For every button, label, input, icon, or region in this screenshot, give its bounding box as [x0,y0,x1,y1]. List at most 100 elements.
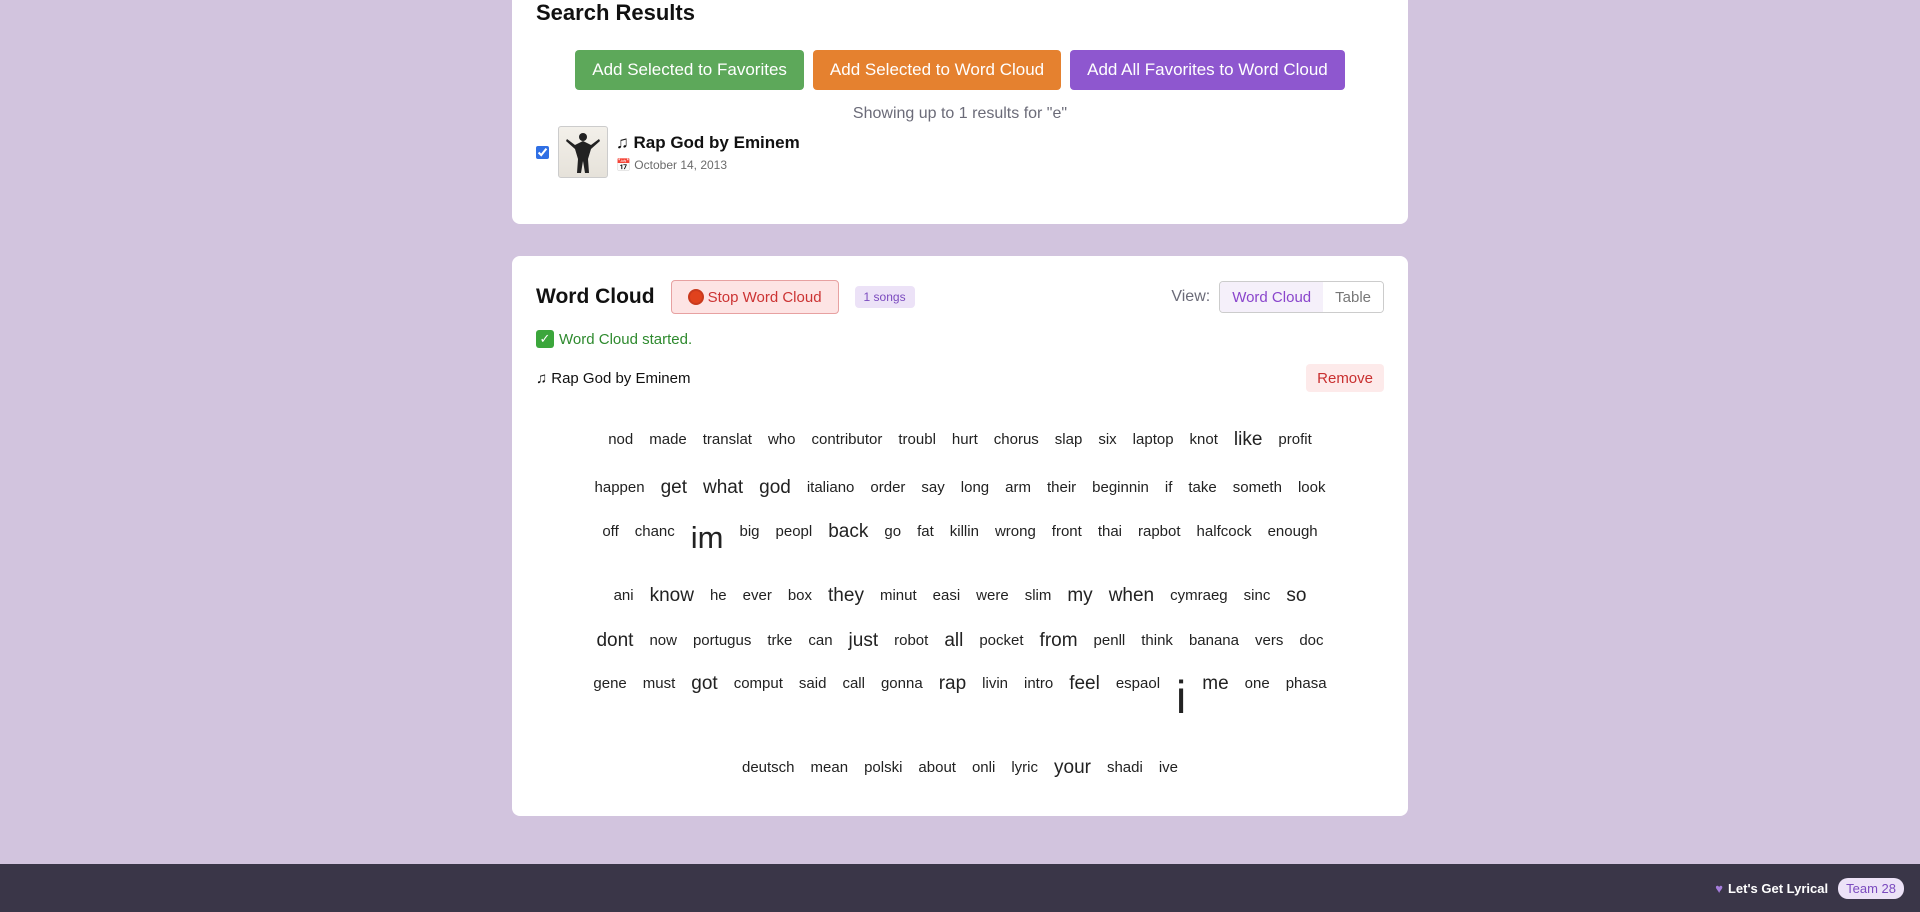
word-cloud-word[interactable]: sinc [1244,588,1271,603]
word-cloud-word[interactable]: like [1234,430,1263,449]
word-cloud-word[interactable]: feel [1069,674,1100,693]
add-selected-to-favorites-button[interactable]: Add Selected to Favorites [575,50,804,90]
word-cloud-word[interactable]: about [918,760,956,775]
word-cloud-word[interactable]: when [1109,586,1154,605]
word-cloud-word[interactable]: think [1141,633,1173,648]
word-cloud-word[interactable]: take [1188,480,1216,495]
word-cloud-word[interactable]: espaol [1116,676,1160,691]
word-cloud-word[interactable]: six [1098,432,1116,447]
word-cloud-word[interactable]: mean [811,760,849,775]
result-select-checkbox[interactable] [536,145,549,159]
word-cloud-word[interactable]: hurt [952,432,978,447]
word-cloud-word[interactable]: trke [767,633,792,648]
word-cloud-word[interactable]: fat [917,524,934,539]
word-cloud-word[interactable]: knot [1190,432,1218,447]
word-cloud-word[interactable]: know [650,586,694,605]
word-cloud-word[interactable]: comput [734,676,783,691]
word-cloud-word[interactable]: someth [1233,480,1282,495]
word-cloud-word[interactable]: front [1052,524,1082,539]
word-cloud-word[interactable]: long [961,480,989,495]
word-cloud-word[interactable]: contributor [812,432,883,447]
word-cloud-word[interactable]: profit [1278,432,1311,447]
word-cloud-word[interactable]: call [842,676,865,691]
word-cloud-word[interactable]: say [921,480,944,495]
word-cloud-word[interactable]: chorus [994,432,1039,447]
word-cloud-word[interactable]: vers [1255,633,1283,648]
word-cloud-word[interactable]: just [849,631,879,650]
word-cloud-word[interactable]: now [649,633,677,648]
word-cloud-word[interactable]: look [1298,480,1326,495]
word-cloud-word[interactable]: said [799,676,827,691]
word-cloud-word[interactable]: shadi [1107,760,1143,775]
word-cloud-word[interactable]: thai [1098,524,1122,539]
word-cloud-word[interactable]: get [661,478,687,497]
word-cloud-word[interactable]: gene [593,676,626,691]
word-cloud-word[interactable]: got [691,674,717,693]
word-cloud-word[interactable]: happen [595,480,645,495]
word-cloud-word[interactable]: deutsch [742,760,795,775]
word-cloud-word[interactable]: rap [939,674,966,693]
word-cloud-word[interactable]: translat [703,432,752,447]
word-cloud-word[interactable]: slim [1025,588,1052,603]
word-cloud-word[interactable]: made [649,432,687,447]
word-cloud-word[interactable]: lyric [1011,760,1038,775]
word-cloud-word[interactable]: livin [982,676,1008,691]
word-cloud-word[interactable]: i [1176,674,1186,720]
word-cloud-word[interactable]: minut [880,588,917,603]
word-cloud-word[interactable]: big [740,524,760,539]
word-cloud-word[interactable]: onli [972,760,995,775]
word-cloud-word[interactable]: all [944,631,963,650]
remove-song-button[interactable]: Remove [1306,364,1384,392]
word-cloud-word[interactable]: must [643,676,676,691]
word-cloud-word[interactable]: cymraeg [1170,588,1228,603]
word-cloud-word[interactable]: portugus [693,633,751,648]
word-cloud-word[interactable]: im [691,522,724,553]
word-cloud-word[interactable]: troubl [898,432,936,447]
word-cloud-word[interactable]: go [884,524,901,539]
word-cloud-word[interactable]: god [759,478,791,497]
view-word-cloud-option[interactable]: Word Cloud [1220,282,1324,312]
word-cloud-word[interactable]: were [976,588,1009,603]
word-cloud-word[interactable]: box [788,588,812,603]
view-table-option[interactable]: Table [1323,282,1383,312]
word-cloud-word[interactable]: halfcock [1197,524,1252,539]
word-cloud-word[interactable]: laptop [1133,432,1174,447]
word-cloud-word[interactable]: ani [614,588,634,603]
word-cloud-word[interactable]: phasa [1286,676,1327,691]
word-cloud-word[interactable]: beginnin [1092,480,1149,495]
word-cloud-word[interactable]: off [602,524,618,539]
word-cloud-word[interactable]: from [1040,631,1078,650]
word-cloud-word[interactable]: what [703,478,743,497]
word-cloud-word[interactable]: polski [864,760,902,775]
word-cloud-word[interactable]: nod [608,432,633,447]
word-cloud-word[interactable]: killin [950,524,979,539]
word-cloud-word[interactable]: arm [1005,480,1031,495]
word-cloud-word[interactable]: their [1047,480,1076,495]
word-cloud-word[interactable]: easi [933,588,961,603]
word-cloud-word[interactable]: back [828,522,868,541]
word-cloud-word[interactable]: dont [596,631,633,650]
word-cloud-word[interactable]: banana [1189,633,1239,648]
word-cloud-word[interactable]: pocket [979,633,1023,648]
word-cloud-word[interactable]: he [710,588,727,603]
word-cloud-word[interactable]: ive [1159,760,1178,775]
add-all-favorites-to-word-cloud-button[interactable]: Add All Favorites to Word Cloud [1070,50,1345,90]
word-cloud-word[interactable]: enough [1268,524,1318,539]
word-cloud-word[interactable]: robot [894,633,928,648]
word-cloud-word[interactable]: me [1202,674,1228,693]
stop-word-cloud-button[interactable]: Stop Word Cloud [670,280,839,314]
word-cloud-word[interactable]: can [808,633,832,648]
word-cloud-word[interactable]: penll [1094,633,1126,648]
word-cloud-word[interactable]: ever [743,588,772,603]
word-cloud-word[interactable]: if [1165,480,1173,495]
word-cloud-word[interactable]: wrong [995,524,1036,539]
word-cloud-word[interactable]: one [1245,676,1270,691]
word-cloud-word[interactable]: slap [1055,432,1083,447]
word-cloud-word[interactable]: rapbot [1138,524,1181,539]
word-cloud-word[interactable]: chanc [635,524,675,539]
word-cloud-word[interactable]: gonna [881,676,923,691]
word-cloud-word[interactable]: intro [1024,676,1053,691]
word-cloud-word[interactable]: doc [1299,633,1323,648]
result-title[interactable]: ♫ Rap God by Eminem [616,133,800,153]
word-cloud-word[interactable]: peopl [776,524,813,539]
